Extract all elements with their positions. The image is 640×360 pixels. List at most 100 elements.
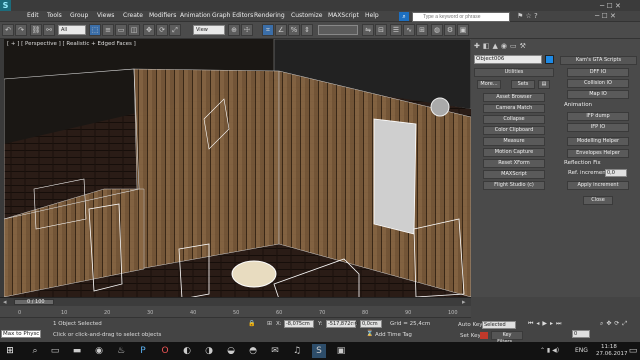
pivot-icon[interactable]: ⊕ (228, 24, 240, 36)
select-region-icon[interactable]: ▭ (115, 24, 127, 36)
unlink-icon[interactable]: ⚯ (43, 24, 55, 36)
auto-key-mode[interactable]: Selected (482, 321, 516, 329)
z-coordinate[interactable]: 0,0cm (360, 320, 382, 328)
more-button[interactable]: More... (477, 80, 501, 89)
app-icon-6[interactable]: ♫ (290, 344, 304, 358)
track-bar[interactable]: 0 10 20 30 40 50 60 70 80 90 100 (0, 306, 471, 318)
menu-graph-editors[interactable]: Graph Editors (212, 12, 253, 19)
percent-snap-icon[interactable]: % (288, 24, 300, 36)
render-setup-icon[interactable]: ⚙ (444, 24, 456, 36)
spinner-snap-icon[interactable]: ⇕ (301, 24, 313, 36)
dff-io-button[interactable]: DFF IO (567, 68, 629, 77)
app-icon[interactable]: ◐ (180, 344, 194, 358)
auto-key-label[interactable]: Auto Key (458, 322, 483, 328)
material-editor-icon[interactable]: ◍ (431, 24, 443, 36)
named-selection-sets[interactable] (318, 25, 358, 35)
rotate-icon[interactable]: ⟳ (156, 24, 168, 36)
collision-io-button[interactable]: Collision IO (567, 79, 629, 88)
windows-start-icon[interactable]: ⊞ (3, 344, 17, 358)
lock-icon[interactable]: 🔒 (248, 320, 255, 327)
apply-increment-button[interactable]: Apply increment (567, 181, 629, 190)
asset-browser-button[interactable]: Asset Browser (483, 93, 545, 102)
menu-views[interactable]: Views (97, 12, 114, 19)
key-filters-button[interactable]: Key Filters... (491, 331, 523, 345)
sets-button[interactable]: Sets (511, 80, 535, 89)
window-controls[interactable]: ─ ☐ ✕ (600, 2, 621, 10)
navigation-controls[interactable]: ⌕✥⟳⤢ (600, 320, 630, 328)
set-key-icon[interactable] (480, 332, 488, 339)
search-icon[interactable]: ⌕ (399, 12, 409, 21)
menu-tools[interactable]: Tools (47, 12, 62, 19)
steam-icon[interactable]: ♨ (114, 344, 128, 358)
menu-animation[interactable]: Animation (180, 12, 211, 19)
ref-coord-dropdown[interactable]: View (193, 25, 225, 35)
ifp-dump-button[interactable]: IFP dump (567, 112, 629, 121)
undo-icon[interactable]: ↶ (2, 24, 14, 36)
layer-manager-icon[interactable]: ☰ (390, 24, 402, 36)
clock-time[interactable]: 11:18 (601, 344, 617, 350)
search-icon-taskbar[interactable]: ⌕ (28, 344, 42, 358)
map-io-button[interactable]: Map IO (567, 90, 629, 99)
select-by-name-icon[interactable]: ≡ (102, 24, 114, 36)
selection-filter-dropdown[interactable]: All (58, 25, 86, 35)
configure-sets-icon[interactable]: ▤ (538, 80, 550, 89)
photoshop-icon[interactable]: P (136, 344, 150, 358)
app-icon-7[interactable]: ▣ (334, 344, 348, 358)
menu-create[interactable]: Create (123, 12, 143, 19)
app-icon-5[interactable]: ✉ (268, 344, 282, 358)
schematic-view-icon[interactable]: ⊞ (416, 24, 428, 36)
clock-date[interactable]: 27.06.2017 (596, 351, 628, 357)
maxscript-listener[interactable]: Max to Physc (1, 330, 41, 338)
close-button[interactable]: Close (583, 196, 613, 205)
language-indicator[interactable]: ENG (575, 347, 588, 354)
ifp-io-button[interactable]: IFP IO (567, 123, 629, 132)
time-slider-thumb[interactable]: 0 / 100 (14, 299, 54, 305)
help-icons[interactable]: ⚑ ☆ ? (517, 12, 538, 20)
3dsmax-taskbar-icon[interactable]: S (312, 344, 326, 358)
task-view-icon[interactable]: ▭ (48, 344, 62, 358)
app-icon-2[interactable]: ◑ (202, 344, 216, 358)
ref-increment-field[interactable]: 0,0 (605, 169, 627, 177)
redo-icon[interactable]: ↷ (15, 24, 27, 36)
perspective-viewport[interactable]: [ + ] [ Perspective ] [ Realistic + Edge… (4, 39, 471, 297)
current-frame-field[interactable]: 0 (572, 330, 590, 338)
time-tag-icon[interactable]: ⌛ (366, 330, 373, 337)
menu-customize[interactable]: Customize (291, 12, 323, 19)
curve-editor-icon[interactable]: ∿ (403, 24, 415, 36)
time-slider[interactable]: ◂ 0 / 100 ▸ (0, 297, 471, 306)
system-tray[interactable]: ⌃ ▮ ◀) (540, 347, 559, 354)
align-icon[interactable]: ⊟ (375, 24, 387, 36)
notifications-icon[interactable]: ▭ (626, 344, 640, 358)
kams-panel-title[interactable]: Kam's GTA Scripts (560, 56, 637, 65)
search-input[interactable] (412, 12, 510, 22)
angle-snap-icon[interactable]: ∠ (275, 24, 287, 36)
menu-help[interactable]: Help (365, 12, 379, 19)
mirror-icon[interactable]: ⇋ (362, 24, 374, 36)
file-explorer-icon[interactable]: ▬ (70, 344, 84, 358)
camera-match-button[interactable]: Camera Match (483, 104, 545, 113)
window-controls-secondary[interactable]: ─ ☐ ✕ (595, 12, 616, 20)
window-crossing-icon[interactable]: ◫ (128, 24, 140, 36)
motion-capture-button[interactable]: Motion Capture (483, 148, 545, 157)
x-coordinate[interactable]: -8,075cm (284, 320, 314, 328)
object-color-swatch[interactable] (545, 55, 554, 64)
opera-icon[interactable]: O (158, 344, 172, 358)
time-slider-prev-icon[interactable]: ◂ (3, 298, 7, 306)
move-icon[interactable]: ✥ (143, 24, 155, 36)
flight-studio-button[interactable]: Flight Studio (c) (483, 181, 545, 190)
collapse-button[interactable]: Collapse (483, 115, 545, 124)
color-clipboard-button[interactable]: Color Clipboard (483, 126, 545, 135)
scale-icon[interactable]: ⤢ (169, 24, 181, 36)
app-icon-3[interactable]: ◒ (224, 344, 238, 358)
command-panel-tabs[interactable]: ✚◧▲◉▭⚒ (474, 42, 529, 50)
reset-xform-button[interactable]: Reset XForm (483, 159, 545, 168)
menu-edit[interactable]: Edit (27, 12, 39, 19)
menu-rendering[interactable]: Rendering (254, 12, 285, 19)
time-slider-next-icon[interactable]: ▸ (462, 298, 466, 306)
set-key-label[interactable]: Set Key (460, 333, 481, 339)
absolute-mode-icon[interactable]: ⊞ (267, 320, 272, 327)
add-time-tag[interactable]: Add Time Tag (375, 332, 412, 338)
menu-maxscript[interactable]: MAXScript (328, 12, 359, 19)
link-icon[interactable]: ⛓ (30, 24, 42, 36)
menu-modifiers[interactable]: Modifiers (149, 12, 176, 19)
